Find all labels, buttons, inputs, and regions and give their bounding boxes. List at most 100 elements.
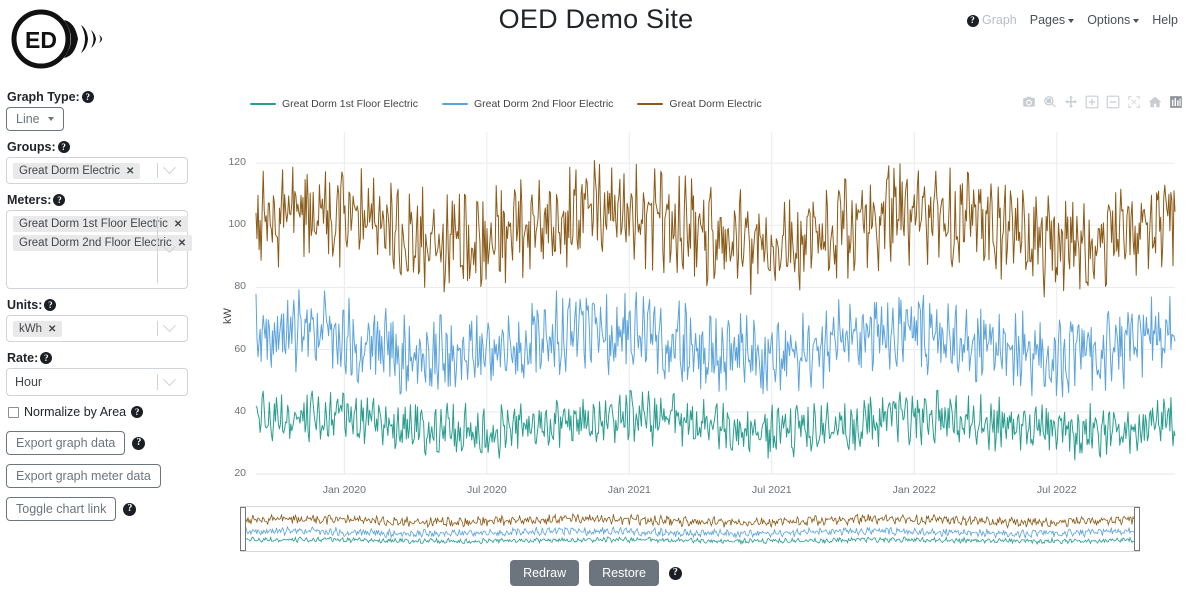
- export-graph-data-button[interactable]: Export graph data: [6, 431, 126, 455]
- legend-item[interactable]: Great Dorm Electric: [637, 98, 762, 110]
- units-label-text: Units:: [7, 298, 43, 312]
- controls-sidebar: Graph Type: ? Line Groups: ? Great Dorm …: [6, 90, 196, 530]
- groups-label: Groups: ?: [7, 140, 196, 154]
- legend-color-swatch: [637, 102, 664, 106]
- nav-item-graph[interactable]: ? Graph: [966, 13, 1017, 27]
- plotly-modebar: [1021, 94, 1183, 109]
- download-plot-icon[interactable]: [1021, 94, 1036, 109]
- y-axis-tick-label: 20: [234, 467, 246, 479]
- graph-type-label-text: Graph Type:: [7, 90, 80, 104]
- pan-icon[interactable]: [1063, 94, 1078, 109]
- reset-axes-home-icon[interactable]: [1147, 94, 1162, 109]
- export-graph-meter-data-button[interactable]: Export graph meter data: [6, 464, 161, 488]
- range-slider-preview: [245, 512, 1135, 546]
- meters-label: Meters: ?: [7, 193, 196, 207]
- help-circle-icon[interactable]: ?: [44, 299, 57, 311]
- restore-button[interactable]: Restore: [589, 560, 659, 586]
- rate-select-arrow[interactable]: [158, 369, 180, 395]
- units-tag-label: kWh: [19, 323, 42, 335]
- plot-svg[interactable]: [210, 124, 1185, 519]
- x-axis-tick-label: Jul 2021: [751, 484, 792, 496]
- groups-tag[interactable]: Great Dorm Electric ✕: [13, 163, 141, 179]
- nav-item-options-label: Options: [1087, 13, 1131, 27]
- y-axis-tick-label: 40: [234, 404, 246, 417]
- nav-item-help-label: Help: [1152, 13, 1178, 27]
- groups-label-text: Groups:: [7, 140, 56, 154]
- chevron-down-icon: [162, 319, 176, 333]
- y-axis-tick-label: 80: [234, 280, 246, 293]
- meters-label-text: Meters:: [7, 193, 52, 207]
- zoom-in-icon[interactable]: [1084, 94, 1099, 109]
- x-axis-tick-label: Jan 2021: [607, 484, 651, 496]
- help-circle-icon[interactable]: ?: [131, 406, 144, 418]
- legend-label: Great Dorm 2nd Floor Electric: [473, 98, 614, 110]
- help-circle-icon[interactable]: ?: [966, 14, 979, 27]
- graph-type-value: Line: [16, 112, 40, 126]
- plot-area[interactable]: kW 20 40 60 80 100 120 Jan 2020 Jul 2020 Jan 20…: [210, 124, 1185, 519]
- normalize-by-area-row: Normalize by Area ?: [8, 405, 196, 419]
- nav-item-graph-label: Graph: [981, 13, 1017, 27]
- chart-container: Great Dorm 1st Floor Electric Great Dorm…: [210, 86, 1185, 556]
- help-circle-icon[interactable]: ?: [57, 141, 70, 153]
- chart-footer: Redraw Restore ?: [0, 560, 1192, 586]
- chart-range-slider[interactable]: [240, 506, 1140, 552]
- groups-group: Groups: ? Great Dorm Electric ✕: [6, 140, 196, 184]
- chevron-down-icon: [47, 117, 54, 121]
- meters-tag-label: Great Dorm 1st Floor Electric: [19, 218, 168, 230]
- nav-item-pages[interactable]: Pages: [1030, 13, 1075, 27]
- range-slider-handle-right[interactable]: [1134, 507, 1140, 551]
- legend-item[interactable]: Great Dorm 1st Floor Electric: [250, 98, 418, 110]
- legend-label: Great Dorm Electric: [669, 98, 762, 110]
- groups-select-arrow[interactable]: [158, 158, 180, 183]
- help-circle-icon[interactable]: ?: [53, 194, 66, 206]
- remove-tag-icon[interactable]: ✕: [48, 324, 56, 335]
- toggle-chart-link-button[interactable]: Toggle chart link: [6, 497, 117, 521]
- remove-tag-icon[interactable]: ✕: [126, 166, 134, 177]
- graph-type-dropdown[interactable]: Line: [6, 107, 64, 131]
- help-circle-icon[interactable]: ?: [40, 352, 53, 364]
- y-axis-tick-label: 60: [234, 342, 246, 355]
- units-label: Units: ?: [7, 298, 196, 312]
- groups-select[interactable]: Great Dorm Electric ✕: [6, 157, 188, 184]
- groups-tag-label: Great Dorm Electric: [19, 165, 120, 177]
- units-select-arrow[interactable]: [158, 316, 180, 341]
- x-axis-tick-label: Jul 2020: [466, 484, 507, 496]
- meters-group: Meters: ? Great Dorm 1st Floor Electric …: [6, 193, 196, 289]
- graph-type-label: Graph Type: ?: [7, 90, 196, 104]
- rate-group: Rate: ? Hour: [6, 351, 196, 396]
- chevron-down-icon: [162, 161, 176, 175]
- units-tag[interactable]: kWh ✕: [13, 321, 63, 337]
- toggle-spike-lines-icon[interactable]: [1168, 94, 1183, 109]
- redraw-button[interactable]: Redraw: [510, 560, 580, 586]
- oed-demo-page: ED OED Demo Site ? Graph Pages Options H…: [0, 0, 1192, 598]
- export-graph-data-row: Export graph data ?: [6, 431, 196, 455]
- meters-tag-label: Great Dorm 2nd Floor Electric: [19, 237, 172, 249]
- x-axis-tick-label: Jul 2022: [1036, 484, 1077, 496]
- rate-select[interactable]: Hour: [6, 368, 188, 396]
- zoom-out-icon[interactable]: [1105, 94, 1120, 109]
- normalize-by-area-label: Normalize by Area: [24, 405, 127, 419]
- legend-color-swatch: [250, 102, 276, 106]
- legend-item[interactable]: Great Dorm 2nd Floor Electric: [441, 98, 614, 110]
- help-circle-icon[interactable]: ?: [668, 566, 682, 580]
- meters-select[interactable]: Great Dorm 1st Floor Electric ✕ Great Do…: [6, 210, 193, 289]
- help-circle-icon[interactable]: ?: [81, 91, 94, 103]
- toggle-chart-link-row: Toggle chart link ?: [6, 497, 196, 521]
- nav-item-options[interactable]: Options: [1087, 13, 1140, 27]
- help-circle-icon[interactable]: ?: [132, 436, 146, 450]
- chevron-down-icon: [162, 240, 176, 254]
- help-circle-icon[interactable]: ?: [123, 502, 137, 516]
- zoom-icon[interactable]: [1042, 94, 1057, 109]
- units-select[interactable]: kWh ✕: [6, 315, 188, 342]
- graph-type-group: Graph Type: ? Line: [6, 90, 196, 131]
- chevron-down-icon: [1068, 18, 1075, 23]
- chevron-down-icon: [162, 372, 176, 386]
- range-slider-handle-left[interactable]: [240, 507, 246, 551]
- chart-legend: Great Dorm 1st Floor Electric Great Dorm…: [250, 98, 762, 110]
- normalize-by-area-checkbox[interactable]: [8, 406, 19, 418]
- autoscale-icon[interactable]: [1126, 94, 1141, 109]
- meters-select-arrow[interactable]: [158, 211, 180, 288]
- rate-value: Hour: [15, 375, 43, 389]
- nav-item-help[interactable]: Help: [1152, 13, 1178, 27]
- chevron-down-icon: [1133, 18, 1140, 23]
